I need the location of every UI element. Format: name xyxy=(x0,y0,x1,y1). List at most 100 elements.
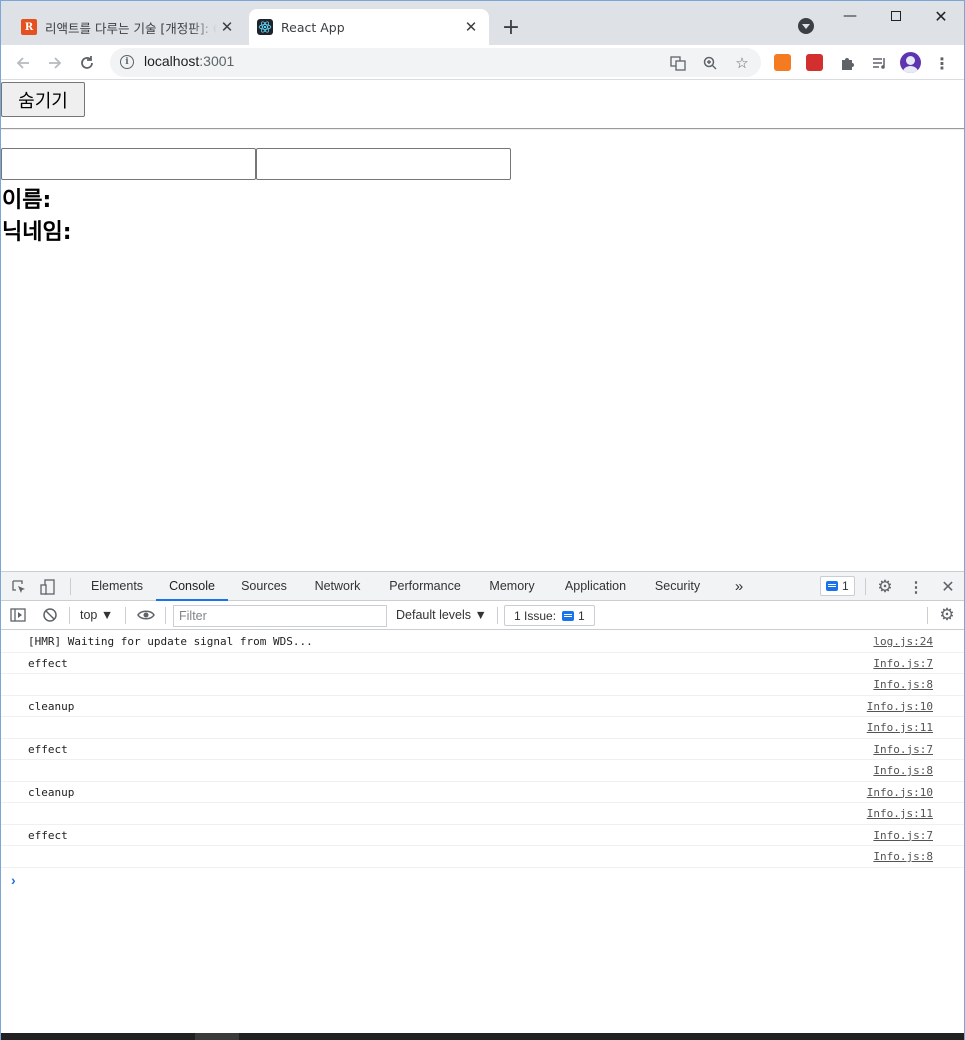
log-source-link[interactable]: Info.js:8 xyxy=(873,764,933,777)
settings-gear-icon[interactable]: ⚙ xyxy=(876,577,894,596)
log-source-link[interactable]: Info.js:11 xyxy=(867,721,933,734)
name-input[interactable] xyxy=(1,148,256,180)
separator xyxy=(927,607,928,624)
tab-application[interactable]: Application xyxy=(555,572,636,601)
profile-avatar[interactable] xyxy=(900,52,921,73)
separator xyxy=(70,578,71,595)
log-message: [HMR] Waiting for update signal from WDS… xyxy=(28,635,313,648)
window-close-icon[interactable]: ✕ xyxy=(918,1,964,31)
puzzle-extensions-icon[interactable] xyxy=(833,49,861,77)
message-icon xyxy=(826,581,838,591)
page-viewport: 숨기기 이름: 닉네임: xyxy=(1,81,964,571)
separator xyxy=(865,578,866,595)
taskbar xyxy=(1,1033,964,1040)
back-icon[interactable] xyxy=(9,49,37,77)
close-icon[interactable]: ✕ xyxy=(461,17,481,37)
extension-ex-icon[interactable] xyxy=(774,54,791,71)
tab-title: React App xyxy=(281,19,345,35)
book-favicon-icon: R xyxy=(21,19,37,35)
log-row: cleanup Info.js:10 xyxy=(1,782,964,803)
tab-security[interactable]: Security xyxy=(646,572,709,601)
bookmark-star-icon[interactable]: ☆ xyxy=(731,52,753,74)
log-row: effect Info.js:7 xyxy=(1,739,964,760)
log-source-link[interactable]: Info.js:11 xyxy=(867,807,933,820)
separator xyxy=(125,607,126,624)
device-toolbar-icon[interactable] xyxy=(39,578,57,596)
issues-button[interactable]: 1 Issue: 1 xyxy=(504,605,595,626)
log-message: effect xyxy=(28,742,68,756)
console-settings-gear-icon[interactable]: ⚙ xyxy=(938,605,956,624)
show-sidebar-icon[interactable] xyxy=(9,606,27,624)
inspect-element-icon[interactable] xyxy=(10,578,28,596)
close-icon[interactable]: ✕ xyxy=(217,17,237,37)
taskbar-item[interactable] xyxy=(195,1033,239,1040)
devtools-menu-icon[interactable]: ⋮ xyxy=(907,578,925,596)
minimize-icon[interactable]: — xyxy=(827,1,873,31)
tab-title: 리액트를 다루는 기술 [개정판]: 6 xyxy=(45,20,217,36)
log-row: Info.js:11 xyxy=(1,717,964,739)
log-message: cleanup xyxy=(28,785,75,799)
kebab-menu-icon[interactable]: ⋮ xyxy=(928,49,956,77)
log-source-link[interactable]: Info.js:8 xyxy=(873,678,933,691)
react-favicon-icon xyxy=(257,19,273,35)
more-tabs-icon[interactable]: » xyxy=(725,572,753,601)
extension-red-icon[interactable] xyxy=(806,54,823,71)
tab-sources[interactable]: Sources xyxy=(233,572,295,601)
browser-toolbar: i localhost:3001 ☆ ⋮ xyxy=(1,45,964,80)
log-levels-dropdown[interactable]: Default levels ▼ xyxy=(396,608,487,622)
console-toolbar: top ▼ Filter Default levels ▼ 1 Issue: 1 … xyxy=(1,601,964,630)
tab-elements[interactable]: Elements xyxy=(84,572,150,601)
media-control-icon[interactable] xyxy=(865,49,893,77)
log-message: effect xyxy=(28,828,68,842)
hide-button[interactable]: 숨기기 xyxy=(1,82,85,117)
filter-input[interactable]: Filter xyxy=(173,605,387,627)
tab-network[interactable]: Network xyxy=(304,572,371,601)
log-message: effect xyxy=(28,656,68,670)
divider xyxy=(1,128,964,130)
nickname-input[interactable] xyxy=(256,148,511,180)
tab-performance[interactable]: Performance xyxy=(381,572,469,601)
messages-badge[interactable]: 1 xyxy=(820,576,855,596)
forward-icon[interactable] xyxy=(41,49,69,77)
separator xyxy=(165,607,166,624)
log-source-link[interactable]: Info.js:8 xyxy=(873,850,933,863)
live-expression-eye-icon[interactable] xyxy=(137,606,155,624)
log-source-link[interactable]: Info.js:10 xyxy=(867,786,933,799)
tab-search-icon[interactable] xyxy=(798,18,814,34)
console-prompt[interactable]: › xyxy=(11,872,16,888)
console-log: [HMR] Waiting for update signal from WDS… xyxy=(1,631,964,868)
clear-console-icon[interactable] xyxy=(41,606,59,624)
nickname-label: 닉네임: xyxy=(2,220,72,245)
reload-icon[interactable] xyxy=(73,49,101,77)
log-row: Info.js:8 xyxy=(1,846,964,868)
separator xyxy=(69,607,70,624)
log-source-link[interactable]: log.js:24 xyxy=(873,635,933,648)
log-row: effect Info.js:7 xyxy=(1,653,964,674)
log-source-link[interactable]: Info.js:7 xyxy=(873,829,933,842)
log-source-link[interactable]: Info.js:7 xyxy=(873,743,933,756)
new-tab-icon[interactable]: + xyxy=(499,15,523,40)
separator xyxy=(497,607,498,624)
tab-console[interactable]: Console xyxy=(156,572,228,601)
info-icon[interactable]: i xyxy=(120,55,134,69)
log-row: Info.js:8 xyxy=(1,760,964,782)
log-row: cleanup Info.js:10 xyxy=(1,696,964,717)
tab-react-app[interactable]: React App ✕ xyxy=(249,9,489,45)
address-bar[interactable]: i localhost:3001 ☆ xyxy=(110,48,761,77)
name-label: 이름: xyxy=(2,188,52,213)
log-source-link[interactable]: Info.js:7 xyxy=(873,657,933,670)
log-source-link[interactable]: Info.js:10 xyxy=(867,700,933,713)
translate-icon[interactable] xyxy=(667,52,689,74)
tab-memory[interactable]: Memory xyxy=(480,572,544,601)
log-row: effect Info.js:7 xyxy=(1,825,964,846)
maximize-icon[interactable] xyxy=(873,1,919,31)
browser-window: R 리액트를 다루는 기술 [개정판]: 6 ✕ React App ✕ + — xyxy=(0,0,965,1040)
close-devtools-icon[interactable]: ✕ xyxy=(939,578,957,596)
tab-book[interactable]: R 리액트를 다루는 기술 [개정판]: 6 ✕ xyxy=(13,9,245,45)
context-selector[interactable]: top ▼ xyxy=(80,608,113,622)
url-text: localhost:3001 xyxy=(144,53,235,69)
log-message: cleanup xyxy=(28,699,75,713)
tab-strip: R 리액트를 다루는 기술 [개정판]: 6 ✕ React App ✕ + — xyxy=(1,1,964,45)
message-icon xyxy=(562,610,575,621)
zoom-icon[interactable] xyxy=(699,52,721,74)
